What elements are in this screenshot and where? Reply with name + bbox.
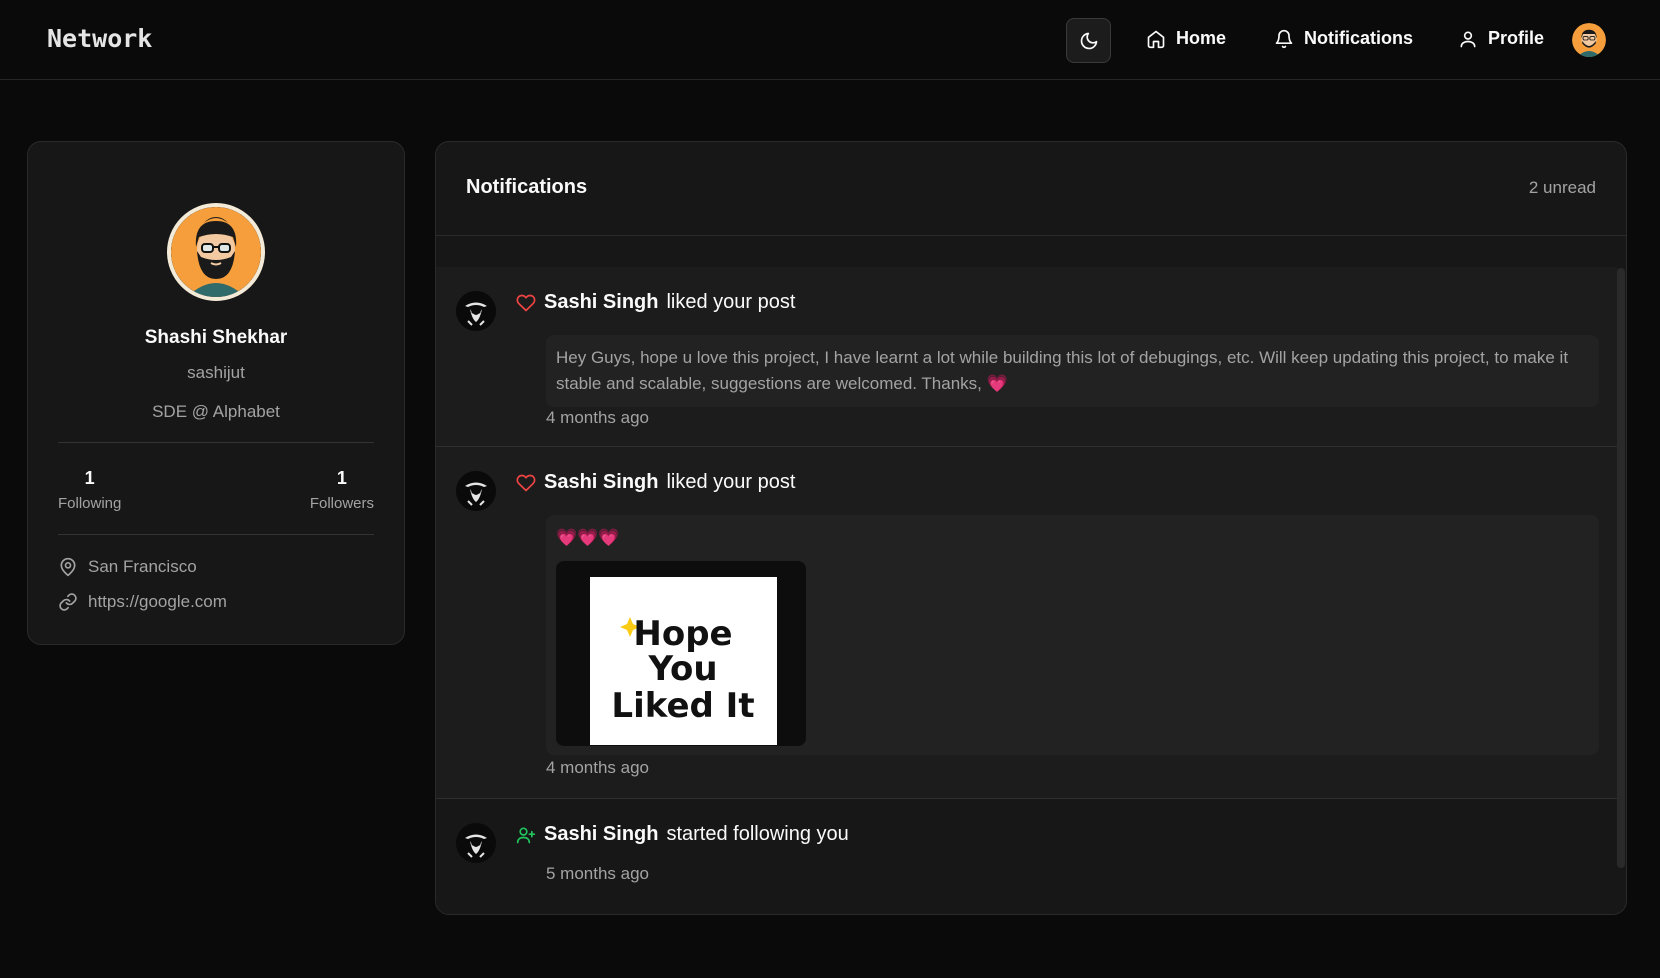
avatar-illustration <box>171 207 261 297</box>
user-icon <box>1460 30 1476 47</box>
notification-text: Sashi Singh started following you <box>516 823 849 846</box>
notification-item[interactable]: Sashi Singh liked your post Hey Guys, ho… <box>436 267 1617 447</box>
location-row: San Francisco <box>58 557 197 577</box>
notification-time: 4 months ago <box>546 408 650 427</box>
divider <box>58 534 374 535</box>
home-icon <box>1147 30 1165 48</box>
link-icon <box>59 593 77 611</box>
profile-bio: SDE @ Alphabet <box>152 402 280 421</box>
notification-user[interactable]: Sashi Singh <box>544 291 658 314</box>
notification-avatar[interactable] <box>456 291 496 331</box>
post-preview-text: 💗💗💗 <box>556 528 620 547</box>
notification-action: started following you <box>666 823 849 845</box>
profile-username: sashijut <box>187 363 245 382</box>
unread-count: 2 unread <box>1528 178 1596 197</box>
post-image[interactable]: Hope You Liked It <box>556 561 806 746</box>
scrollbar[interactable] <box>1617 268 1625 868</box>
brand-logo[interactable]: Network <box>47 24 152 53</box>
moon-icon <box>1080 32 1097 49</box>
notification-avatar[interactable] <box>456 823 496 863</box>
svg-text:You: You <box>647 649 717 689</box>
profile-card: Shashi Shekhar sashijut SDE @ Alphabet 1… <box>27 141 405 645</box>
nav-notifications-label: Notifications <box>1304 28 1414 48</box>
followers-stat[interactable]: 1 Followers <box>310 468 374 512</box>
post-preview[interactable]: Hey Guys, hope u love this project, I ha… <box>546 335 1599 407</box>
avatar-illustration <box>456 291 496 331</box>
notification-item[interactable]: Sashi Singh liked your post 💗💗💗 Hope You… <box>436 447 1617 799</box>
notification-user[interactable]: Sashi Singh <box>544 471 658 494</box>
svg-text:Liked It: Liked It <box>611 686 754 726</box>
avatar-illustration <box>456 823 496 863</box>
notification-action: liked your post <box>666 471 796 493</box>
notification-time: 5 months ago <box>546 864 650 883</box>
nav-home[interactable]: Home <box>1146 28 1226 49</box>
followers-count: 1 <box>336 468 347 488</box>
following-label: Following <box>58 495 122 512</box>
notifications-title: Notifications <box>466 176 588 198</box>
top-navbar: Network Home Notifications Profile <box>0 0 1660 80</box>
location-text: San Francisco <box>88 557 197 576</box>
profile-name: Shashi Shekhar <box>144 327 288 348</box>
divider <box>58 442 374 443</box>
nav-notifications[interactable]: Notifications <box>1274 28 1413 49</box>
heart-icon <box>516 294 536 311</box>
user-avatar[interactable] <box>1572 23 1606 57</box>
nav-home-label: Home <box>1176 28 1227 48</box>
user-plus-icon <box>516 827 536 843</box>
heart-icon <box>516 474 536 491</box>
notification-time: 4 months ago <box>546 758 650 777</box>
profile-avatar[interactable] <box>167 203 265 301</box>
website-row[interactable]: https://google.com <box>58 592 227 612</box>
hope-you-liked-it-image: Hope You Liked It <box>611 614 754 726</box>
notifications-header: Notifications 2 unread <box>436 142 1626 236</box>
post-image-content: Hope You Liked It <box>590 577 777 745</box>
map-pin-icon <box>60 557 76 577</box>
avatar-illustration <box>1572 23 1606 57</box>
nav-profile[interactable]: Profile <box>1458 28 1544 49</box>
following-count: 1 <box>84 468 95 488</box>
avatar-illustration <box>456 471 496 511</box>
website-link[interactable]: https://google.com <box>88 592 227 612</box>
nav-profile-label: Profile <box>1488 28 1545 48</box>
followers-label: Followers <box>309 495 374 512</box>
notification-avatar[interactable] <box>456 471 496 511</box>
theme-toggle-button[interactable] <box>1066 18 1111 63</box>
notification-item[interactable]: Sashi Singh started following you 5 mont… <box>436 799 1617 914</box>
following-stat[interactable]: 1 Following <box>58 468 121 512</box>
svg-text:Hope: Hope <box>633 614 732 654</box>
notification-text: Sashi Singh liked your post <box>516 471 795 494</box>
post-preview[interactable]: 💗💗💗 Hope You Liked It <box>546 515 1599 755</box>
notifications-card: Notifications 2 unread Sashi Singh liked… <box>435 141 1627 915</box>
notification-user[interactable]: Sashi Singh <box>544 823 658 846</box>
bell-icon <box>1275 29 1293 48</box>
notification-text: Sashi Singh liked your post <box>516 291 795 314</box>
notification-action: liked your post <box>666 291 796 313</box>
